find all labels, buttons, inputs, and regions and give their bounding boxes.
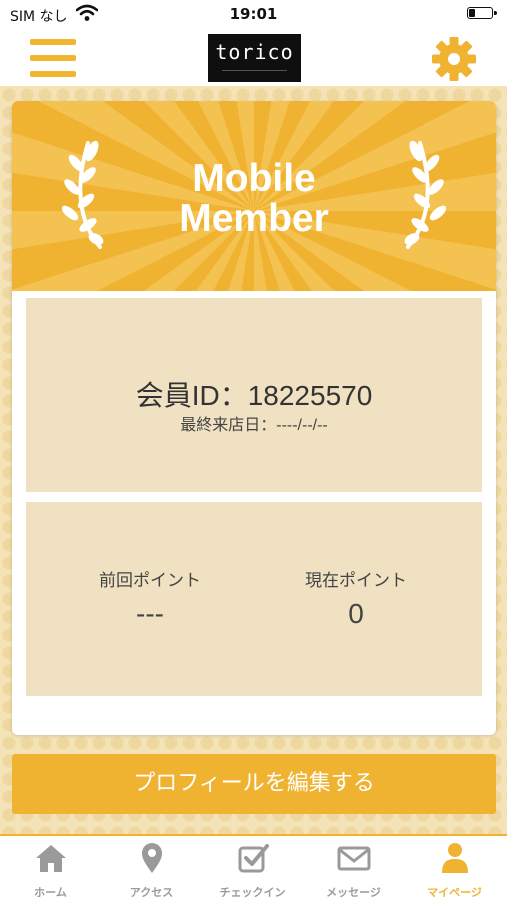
logo-text: torico [215, 40, 294, 64]
user-icon [442, 843, 468, 873]
points-panel: 前回ポイント --- 現在ポイント 0 [26, 502, 482, 696]
previous-points-label: 前回ポイント [99, 571, 201, 591]
previous-points-value: --- [136, 598, 164, 629]
tab-bar: ホーム アクセス チェックイン メッセージ マイページ [0, 834, 507, 902]
tab-access[interactable]: アクセス [101, 836, 202, 902]
tab-checkin[interactable]: チェックイン [202, 836, 303, 902]
tab-mypage[interactable]: マイページ [404, 836, 505, 902]
mail-icon [337, 846, 371, 871]
home-icon [36, 845, 66, 872]
member-id: 会員ID：18225570 [135, 380, 373, 411]
current-points-label: 現在ポイント [305, 571, 407, 591]
member-id-panel: 会員ID：18225570 最終来店日：----/--/-- [26, 298, 482, 492]
menu-button[interactable] [30, 39, 76, 77]
status-bar: SIM なし 19:01 [0, 0, 507, 30]
map-pin-icon [142, 843, 162, 873]
battery-icon [467, 7, 497, 19]
last-visit-date: 最終来店日：----/--/-- [180, 417, 328, 434]
laurel-right-icon [404, 140, 446, 249]
app-header: torico [0, 30, 507, 87]
tab-message[interactable]: メッセージ [303, 836, 404, 902]
checkin-icon [238, 844, 269, 873]
settings-button[interactable] [432, 37, 476, 81]
gear-icon [432, 37, 476, 81]
member-banner: Mobile Member [12, 101, 496, 291]
edit-profile-button[interactable]: プロフィールを編集する [12, 754, 496, 814]
tab-home[interactable]: ホーム [0, 836, 101, 902]
member-card: Mobile Member 会員ID：18225570 最終来店日：----/-… [12, 101, 496, 735]
current-points-value: 0 [348, 598, 364, 629]
clock: 19:01 [229, 5, 278, 23]
brand-logo: torico [208, 34, 301, 82]
